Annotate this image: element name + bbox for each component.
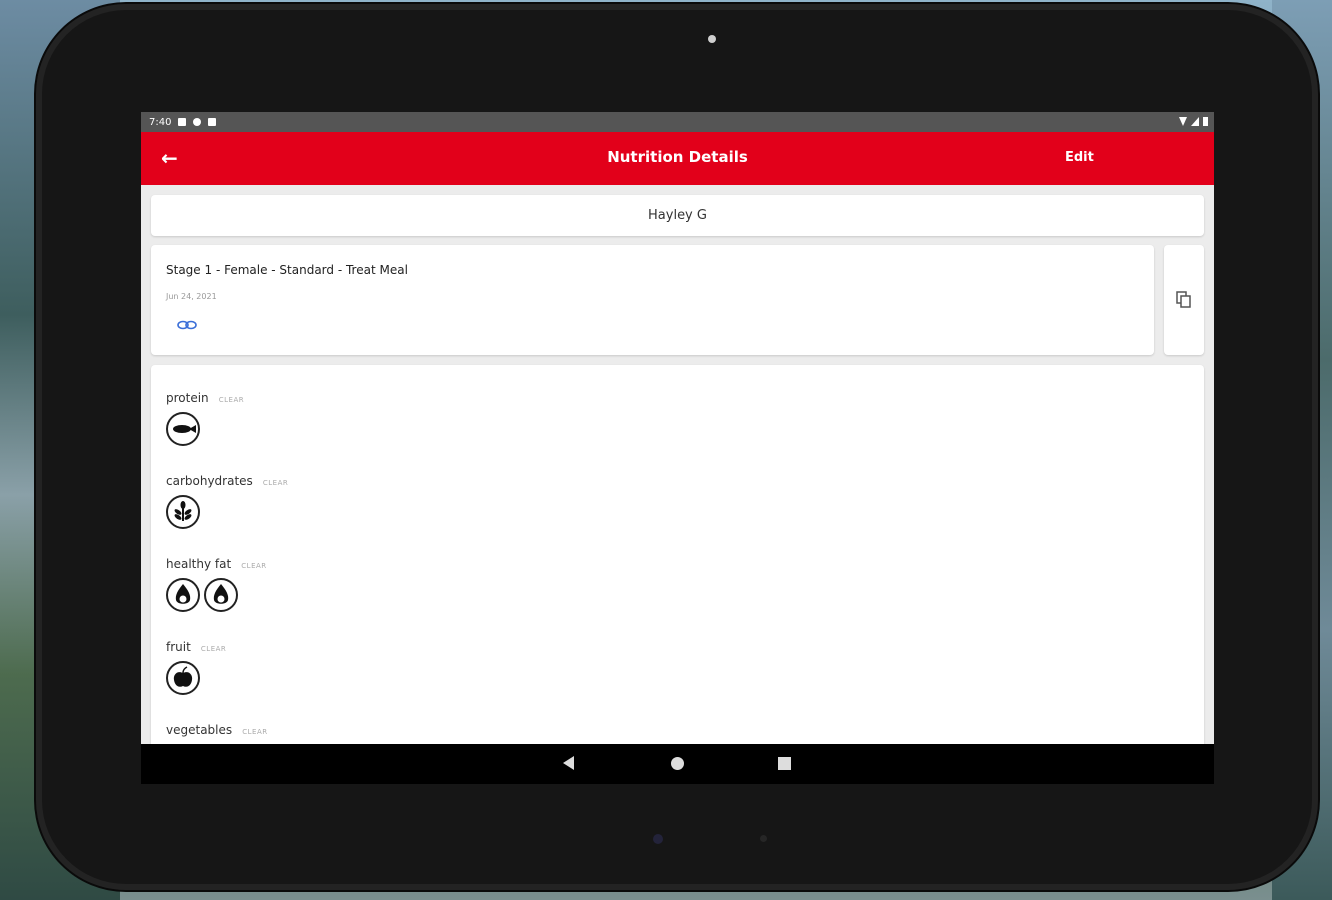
category-label: vegetables: [166, 723, 233, 737]
clear-button[interactable]: CLEAR: [219, 396, 244, 404]
android-nav-bar: [141, 744, 1214, 784]
copy-icon: [1176, 291, 1191, 308]
nav-recents-icon[interactable]: [778, 757, 791, 770]
category-protein: protein CLEAR: [166, 387, 244, 446]
category-healthy-fat: healthy fat CLEAR: [166, 553, 267, 612]
signal-icon: [1191, 117, 1199, 126]
meal-date: Jun 24, 2021: [166, 292, 217, 301]
category-vegetables: vegetables CLEAR: [166, 719, 268, 738]
wifi-icon: [1179, 117, 1187, 126]
client-name-card: Hayley G: [151, 195, 1204, 236]
meal-card[interactable]: Stage 1 - Female - Standard - Treat Meal…: [151, 245, 1154, 355]
clear-button[interactable]: CLEAR: [242, 728, 267, 736]
grain-icon[interactable]: [166, 495, 200, 529]
sensor-icon: [760, 835, 767, 842]
status-time: 7:40: [149, 116, 172, 128]
clear-button[interactable]: CLEAR: [263, 479, 288, 487]
category-label: carbohydrates: [166, 474, 253, 488]
sensor-icon: [653, 834, 663, 844]
food-categories-card: protein CLEAR carbohydrates CLEAR health…: [151, 365, 1204, 784]
nav-home-icon[interactable]: [671, 757, 684, 770]
avocado-icon[interactable]: [204, 578, 238, 612]
app-bar: ← Nutrition Details Edit: [141, 132, 1214, 185]
category-label: fruit: [166, 640, 191, 654]
client-name: Hayley G: [648, 208, 707, 223]
status-bar: 7:40: [141, 112, 1214, 132]
copy-button[interactable]: [1164, 245, 1204, 355]
notification-icon: [193, 118, 202, 126]
clear-button[interactable]: CLEAR: [201, 645, 226, 653]
clear-button[interactable]: CLEAR: [241, 562, 266, 570]
page-title: Nutrition Details: [607, 148, 748, 166]
camera-icon: [708, 35, 716, 43]
apple-icon[interactable]: [166, 661, 200, 695]
nav-back-icon[interactable]: [563, 756, 574, 770]
notification-icon: [178, 118, 187, 126]
meal-title: Stage 1 - Female - Standard - Treat Meal: [166, 263, 408, 277]
avocado-icon[interactable]: [166, 578, 200, 612]
link-icon[interactable]: [177, 320, 197, 330]
category-fruit: fruit CLEAR: [166, 636, 226, 695]
category-label: healthy fat: [166, 557, 232, 571]
device-screen: 7:40 ← Nutrition Details Edit Hayley G S…: [141, 112, 1214, 784]
fish-icon[interactable]: [166, 412, 200, 446]
edit-button[interactable]: Edit: [1065, 150, 1094, 165]
status-indicators: [1179, 117, 1208, 126]
clipboard-icon: [208, 118, 217, 126]
battery-icon: [1203, 117, 1208, 126]
category-label: protein: [166, 391, 209, 405]
category-carbohydrates: carbohydrates CLEAR: [166, 470, 288, 529]
